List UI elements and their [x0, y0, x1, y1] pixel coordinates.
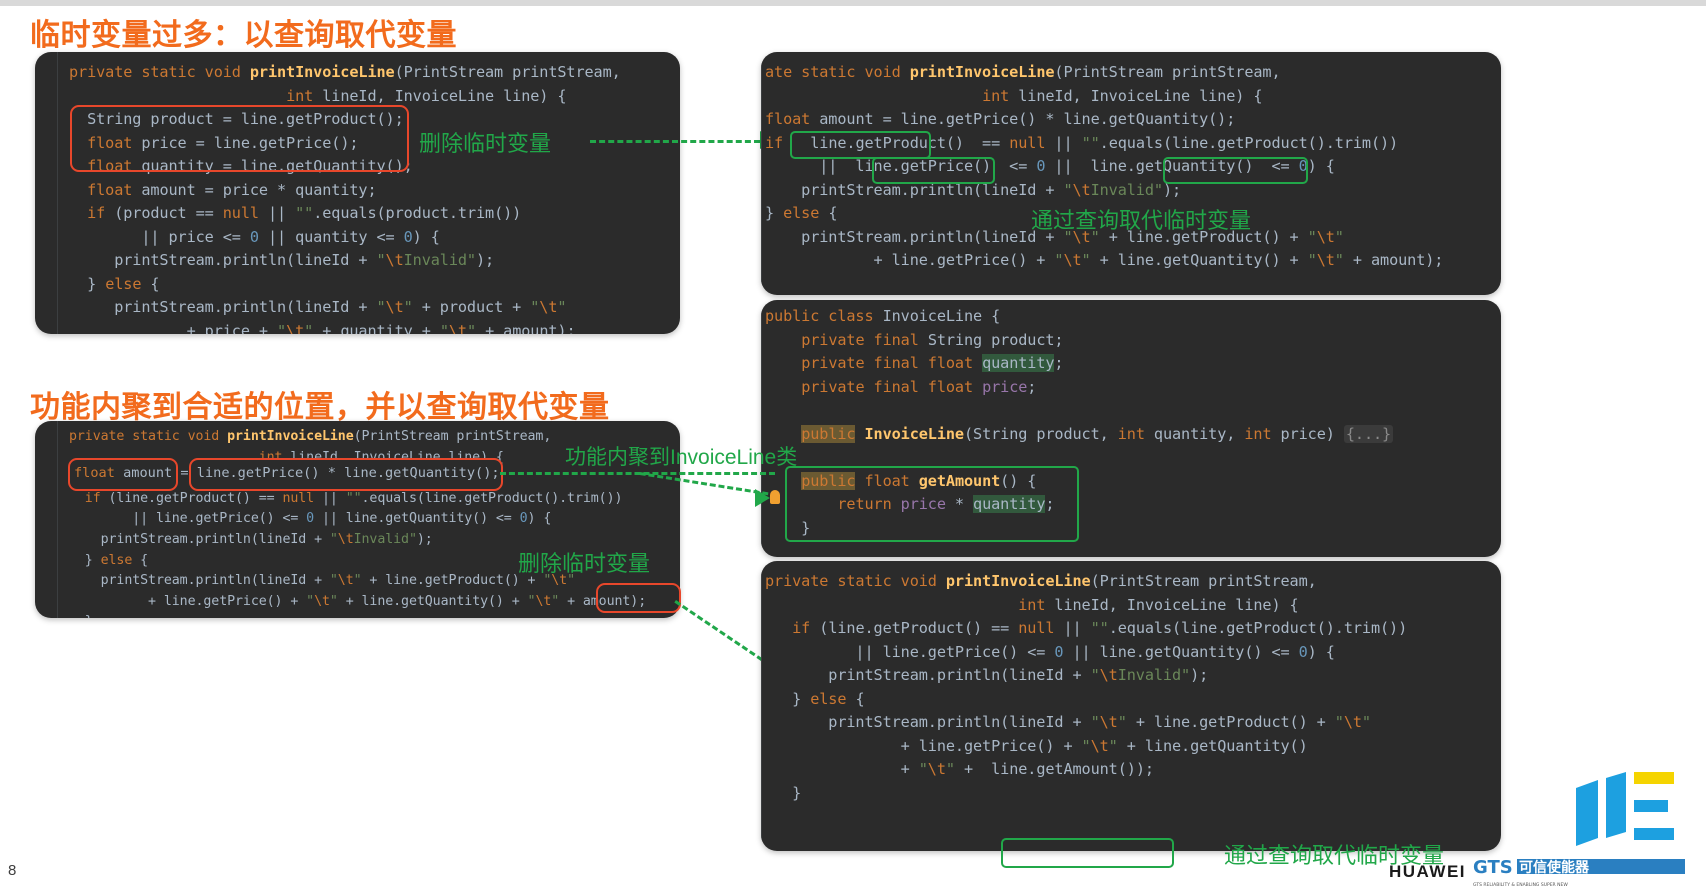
code-text: ate static void printInvoiceLine(PrintSt… — [765, 63, 1444, 269]
slide-canvas: 临时变量过多：以查询取代变量 private static void print… — [0, 0, 1706, 896]
code-text: public class InvoiceLine { private final… — [765, 307, 1394, 537]
code-text: private static void printInvoiceLine(Pri… — [69, 63, 621, 334]
svg-text:GTS RELIABILITY & ENABLING: GTS RELIABILITY & ENABLING SUPER NEW — [1473, 882, 1568, 888]
intention-bulb-icon — [770, 490, 780, 504]
gts-logo: GTS 可信使能器 GTS RELIABILITY & ENABLING SUP… — [1473, 857, 1685, 888]
ne-logo-icon — [1576, 772, 1674, 846]
gts-logo-text: GTS — [1473, 857, 1513, 878]
overlay-code-amount-line: float amount = line.getPrice() * line.ge… — [74, 465, 500, 481]
page-number: 8 — [8, 862, 17, 879]
annotation-remove-temp-vars-2: 删除临时变量 — [518, 551, 651, 576]
code-block-before-temp-vars: private static void printInvoiceLine(Pri… — [35, 52, 680, 334]
page-title-section-2: 功能内聚到合适的位置，并以查询取代变量 — [30, 391, 610, 424]
annotation-cohesion-to-class: 功能内聚到InvoiceLine类 — [565, 446, 798, 469]
code-block-invoice-line-class: public class InvoiceLine { private final… — [761, 300, 1501, 557]
page-title-section-1: 临时变量过多：以查询取代变量 — [30, 19, 457, 52]
code-block-after-query-methods: ate static void printInvoiceLine(PrintSt… — [761, 52, 1501, 295]
brand-huawei: HUAWEI — [1389, 862, 1466, 881]
top-divider-bar — [0, 0, 1706, 6]
code-text: private static void printInvoiceLine(Pri… — [765, 572, 1408, 802]
code-block-final-version: private static void printInvoiceLine(Pri… — [761, 561, 1501, 851]
annotation-replace-with-query-1: 通过查询取代临时变量 — [1031, 208, 1252, 233]
annotation-remove-temp-vars-1: 删除临时变量 — [419, 131, 552, 156]
svg-text:可信使能器: 可信使能器 — [1519, 859, 1590, 876]
